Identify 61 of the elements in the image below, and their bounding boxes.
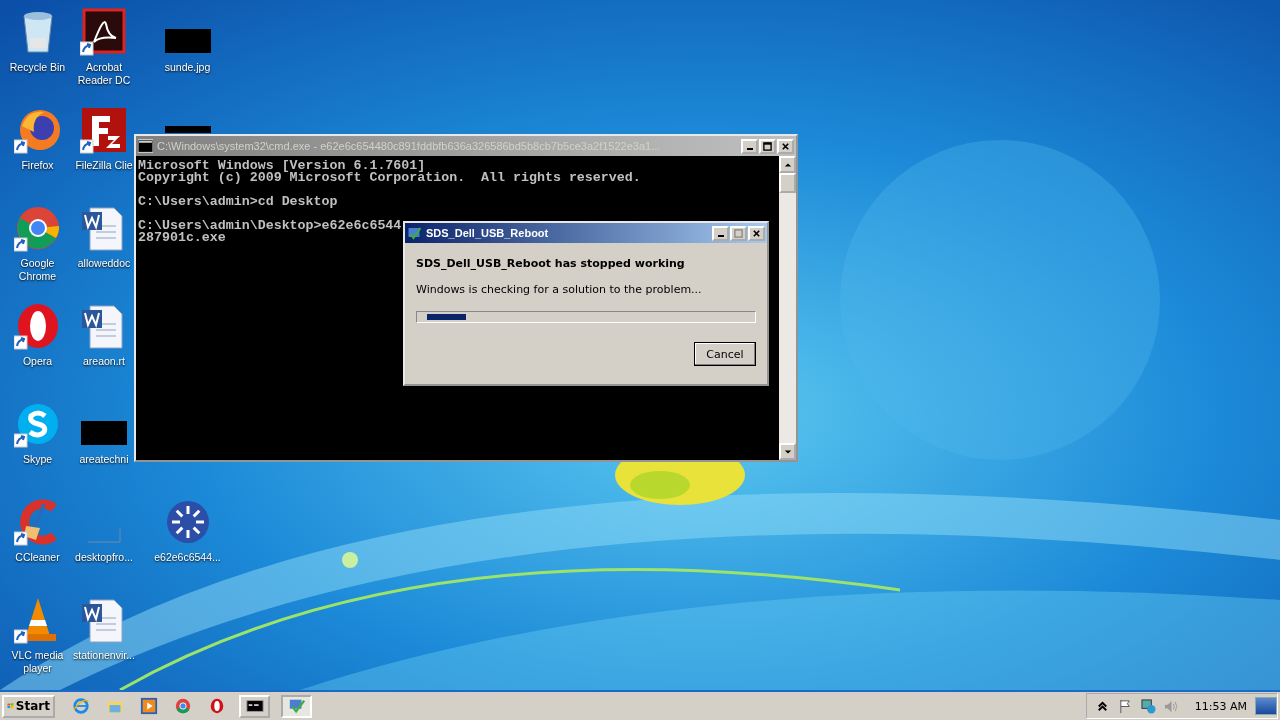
icon-label[interactable]: areatechni: [79, 453, 129, 466]
scroll-thumb[interactable]: [779, 173, 796, 193]
browser-e-icon: [71, 697, 90, 715]
maximize-icon: [734, 228, 743, 238]
flag-icon[interactable]: [1117, 698, 1133, 714]
cancel-button[interactable]: Cancel: [694, 342, 756, 366]
show-desktop-button[interactable]: [1255, 697, 1277, 715]
image-thumbnail-icon[interactable]: [164, 126, 211, 133]
console-line: Microsoft Windows [Version 6.1.7601]: [138, 160, 426, 172]
scroll-up-button[interactable]: [779, 156, 796, 173]
close-icon: [781, 141, 790, 151]
close-icon: [752, 228, 761, 238]
icon-label[interactable]: e62e6c6544...: [154, 551, 221, 564]
app-icon: [407, 226, 422, 240]
console-line: C:\Users\admin\Desktop>e62e6c6544: [138, 220, 402, 232]
image-thumbnail-icon[interactable]: [164, 29, 211, 53]
icon-label[interactable]: Acrobat Reader DC: [75, 61, 133, 87]
filezilla-icon[interactable]: [80, 106, 128, 154]
console-line: C:\Users\admin>cd Desktop: [138, 196, 338, 208]
chrome-icon: [173, 697, 192, 715]
image-thumbnail-icon[interactable]: [81, 421, 127, 445]
acrobat-icon[interactable]: [80, 8, 128, 56]
icon-label[interactable]: alloweddoc: [77, 257, 131, 270]
icon-label[interactable]: Firefox: [21, 159, 54, 172]
icon-label[interactable]: desktopfro...: [75, 551, 133, 564]
icon-label[interactable]: sunde.jpg: [164, 61, 211, 74]
app-icon: [287, 697, 306, 715]
close-button[interactable]: [777, 138, 794, 154]
icon-label[interactable]: VLC media player: [1, 649, 74, 675]
window-title: SDS_Dell_USB_Reboot: [426, 227, 550, 239]
icon-label[interactable]: Opera: [22, 355, 53, 368]
minimize-button[interactable]: [712, 225, 729, 241]
icon-label[interactable]: areaon.rt: [83, 355, 125, 368]
icon-label[interactable]: Recycle Bin: [9, 61, 66, 74]
maximize-icon: [763, 141, 772, 151]
window-title: C:\Windows\system32\cmd.exe - e62e6c654480c891fddbfb636a326586bd5b8cb7b5ce3a2f1522e3a1...: [157, 140, 662, 152]
icon-label[interactable]: Skype: [22, 453, 53, 466]
console-icon: [138, 139, 153, 153]
console-line: 287901c.exe: [138, 232, 226, 244]
close-button[interactable]: [748, 225, 765, 241]
minimize-icon: [717, 234, 724, 237]
start-button[interactable]: Start: [2, 694, 55, 718]
icon-label[interactable]: stationenvir...: [73, 649, 135, 662]
minimize-icon: [746, 147, 753, 150]
icon-label[interactable]: FileZilla Clie: [75, 159, 133, 172]
minimize-button[interactable]: [741, 138, 758, 154]
icon-label[interactable]: CCleaner: [15, 551, 60, 564]
dialog-message: Windows is checking for a solution to the problem...: [416, 283, 703, 296]
console-line: Copyright (c) 2009 Microsoft Corporation. All rights reserved.: [138, 172, 641, 184]
clock[interactable]: 11:53 AM: [1194, 699, 1247, 713]
taskbar-button[interactable]: [239, 694, 270, 718]
dialog-heading: SDS_Dell_USB_Reboot has stopped working: [416, 257, 686, 270]
media-icon: [139, 697, 158, 715]
icon-label[interactable]: Google Chrome: [1, 257, 74, 283]
scroll-down-button[interactable]: [779, 443, 796, 460]
down-arrow-icon: [783, 447, 792, 456]
console-icon: [245, 697, 264, 715]
maximize-button[interactable]: [759, 138, 776, 154]
network-icon[interactable]: [1140, 698, 1156, 714]
chrome-icon[interactable]: [13, 204, 62, 252]
scrollbar[interactable]: [779, 156, 796, 460]
